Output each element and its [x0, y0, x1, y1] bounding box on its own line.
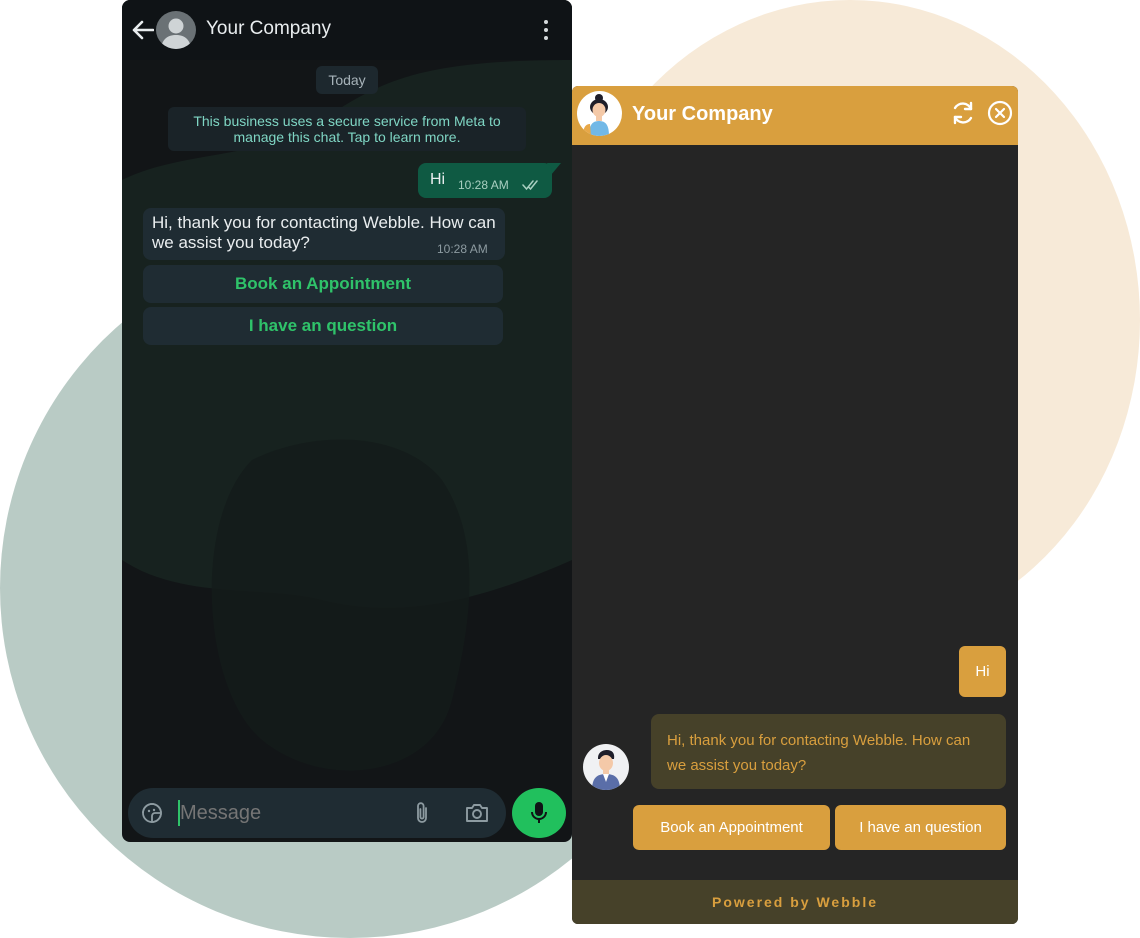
- voice-message-button[interactable]: [512, 788, 566, 838]
- refresh-icon[interactable]: [950, 100, 976, 126]
- message-composer: [128, 788, 506, 838]
- widget-header: Your Company: [572, 86, 1018, 145]
- widget-title: Your Company: [632, 103, 773, 125]
- incoming-message: Hi, thank you for contacting Webble. How…: [143, 208, 505, 260]
- webble-chat-widget: Your Company Hi Hi, thank you for contac…: [572, 86, 1018, 924]
- close-circle-icon[interactable]: [987, 100, 1013, 126]
- bot-avatar: [583, 744, 629, 790]
- quick-reply-question[interactable]: I have an question: [835, 805, 1006, 850]
- powered-by-footer[interactable]: Powered by Webble: [572, 880, 1018, 924]
- date-chip: Today: [316, 66, 378, 94]
- quick-reply-book-appointment[interactable]: Book an Appointment: [143, 265, 503, 303]
- user-message: Hi: [959, 646, 1006, 697]
- back-button[interactable]: [130, 16, 156, 44]
- whatsapp-chat-window: Your Company Today This business uses a …: [122, 0, 572, 842]
- message-time: 10:28 AM: [437, 242, 488, 256]
- message-input[interactable]: [180, 802, 400, 825]
- contact-name[interactable]: Your Company: [206, 18, 331, 40]
- man-avatar-icon: [592, 750, 620, 790]
- microphone-icon: [531, 802, 547, 823]
- encryption-notice[interactable]: This business uses a secure service from…: [168, 107, 526, 151]
- sticker-emoji-icon[interactable]: [140, 801, 164, 825]
- chat-header: Your Company: [122, 0, 572, 60]
- default-user-icon: [161, 18, 191, 49]
- double-check-icon: [522, 180, 538, 191]
- camera-icon[interactable]: [464, 801, 490, 825]
- bot-message: Hi, thank you for contacting Webble. How…: [651, 714, 1006, 789]
- attachment-paperclip-icon[interactable]: [412, 801, 432, 825]
- contact-avatar[interactable]: [156, 11, 196, 49]
- message-time: 10:28 AM: [458, 178, 509, 192]
- quick-reply-question[interactable]: I have an question: [143, 307, 503, 345]
- quick-reply-book-appointment[interactable]: Book an Appointment: [633, 805, 830, 850]
- message-text: Hi: [430, 171, 446, 188]
- outgoing-message: Hi 10:28 AM: [418, 163, 552, 198]
- arrow-left-icon: [132, 20, 154, 40]
- company-avatar: [577, 91, 622, 136]
- kebab-menu-icon[interactable]: [536, 18, 556, 42]
- woman-avatar-icon: [583, 94, 609, 136]
